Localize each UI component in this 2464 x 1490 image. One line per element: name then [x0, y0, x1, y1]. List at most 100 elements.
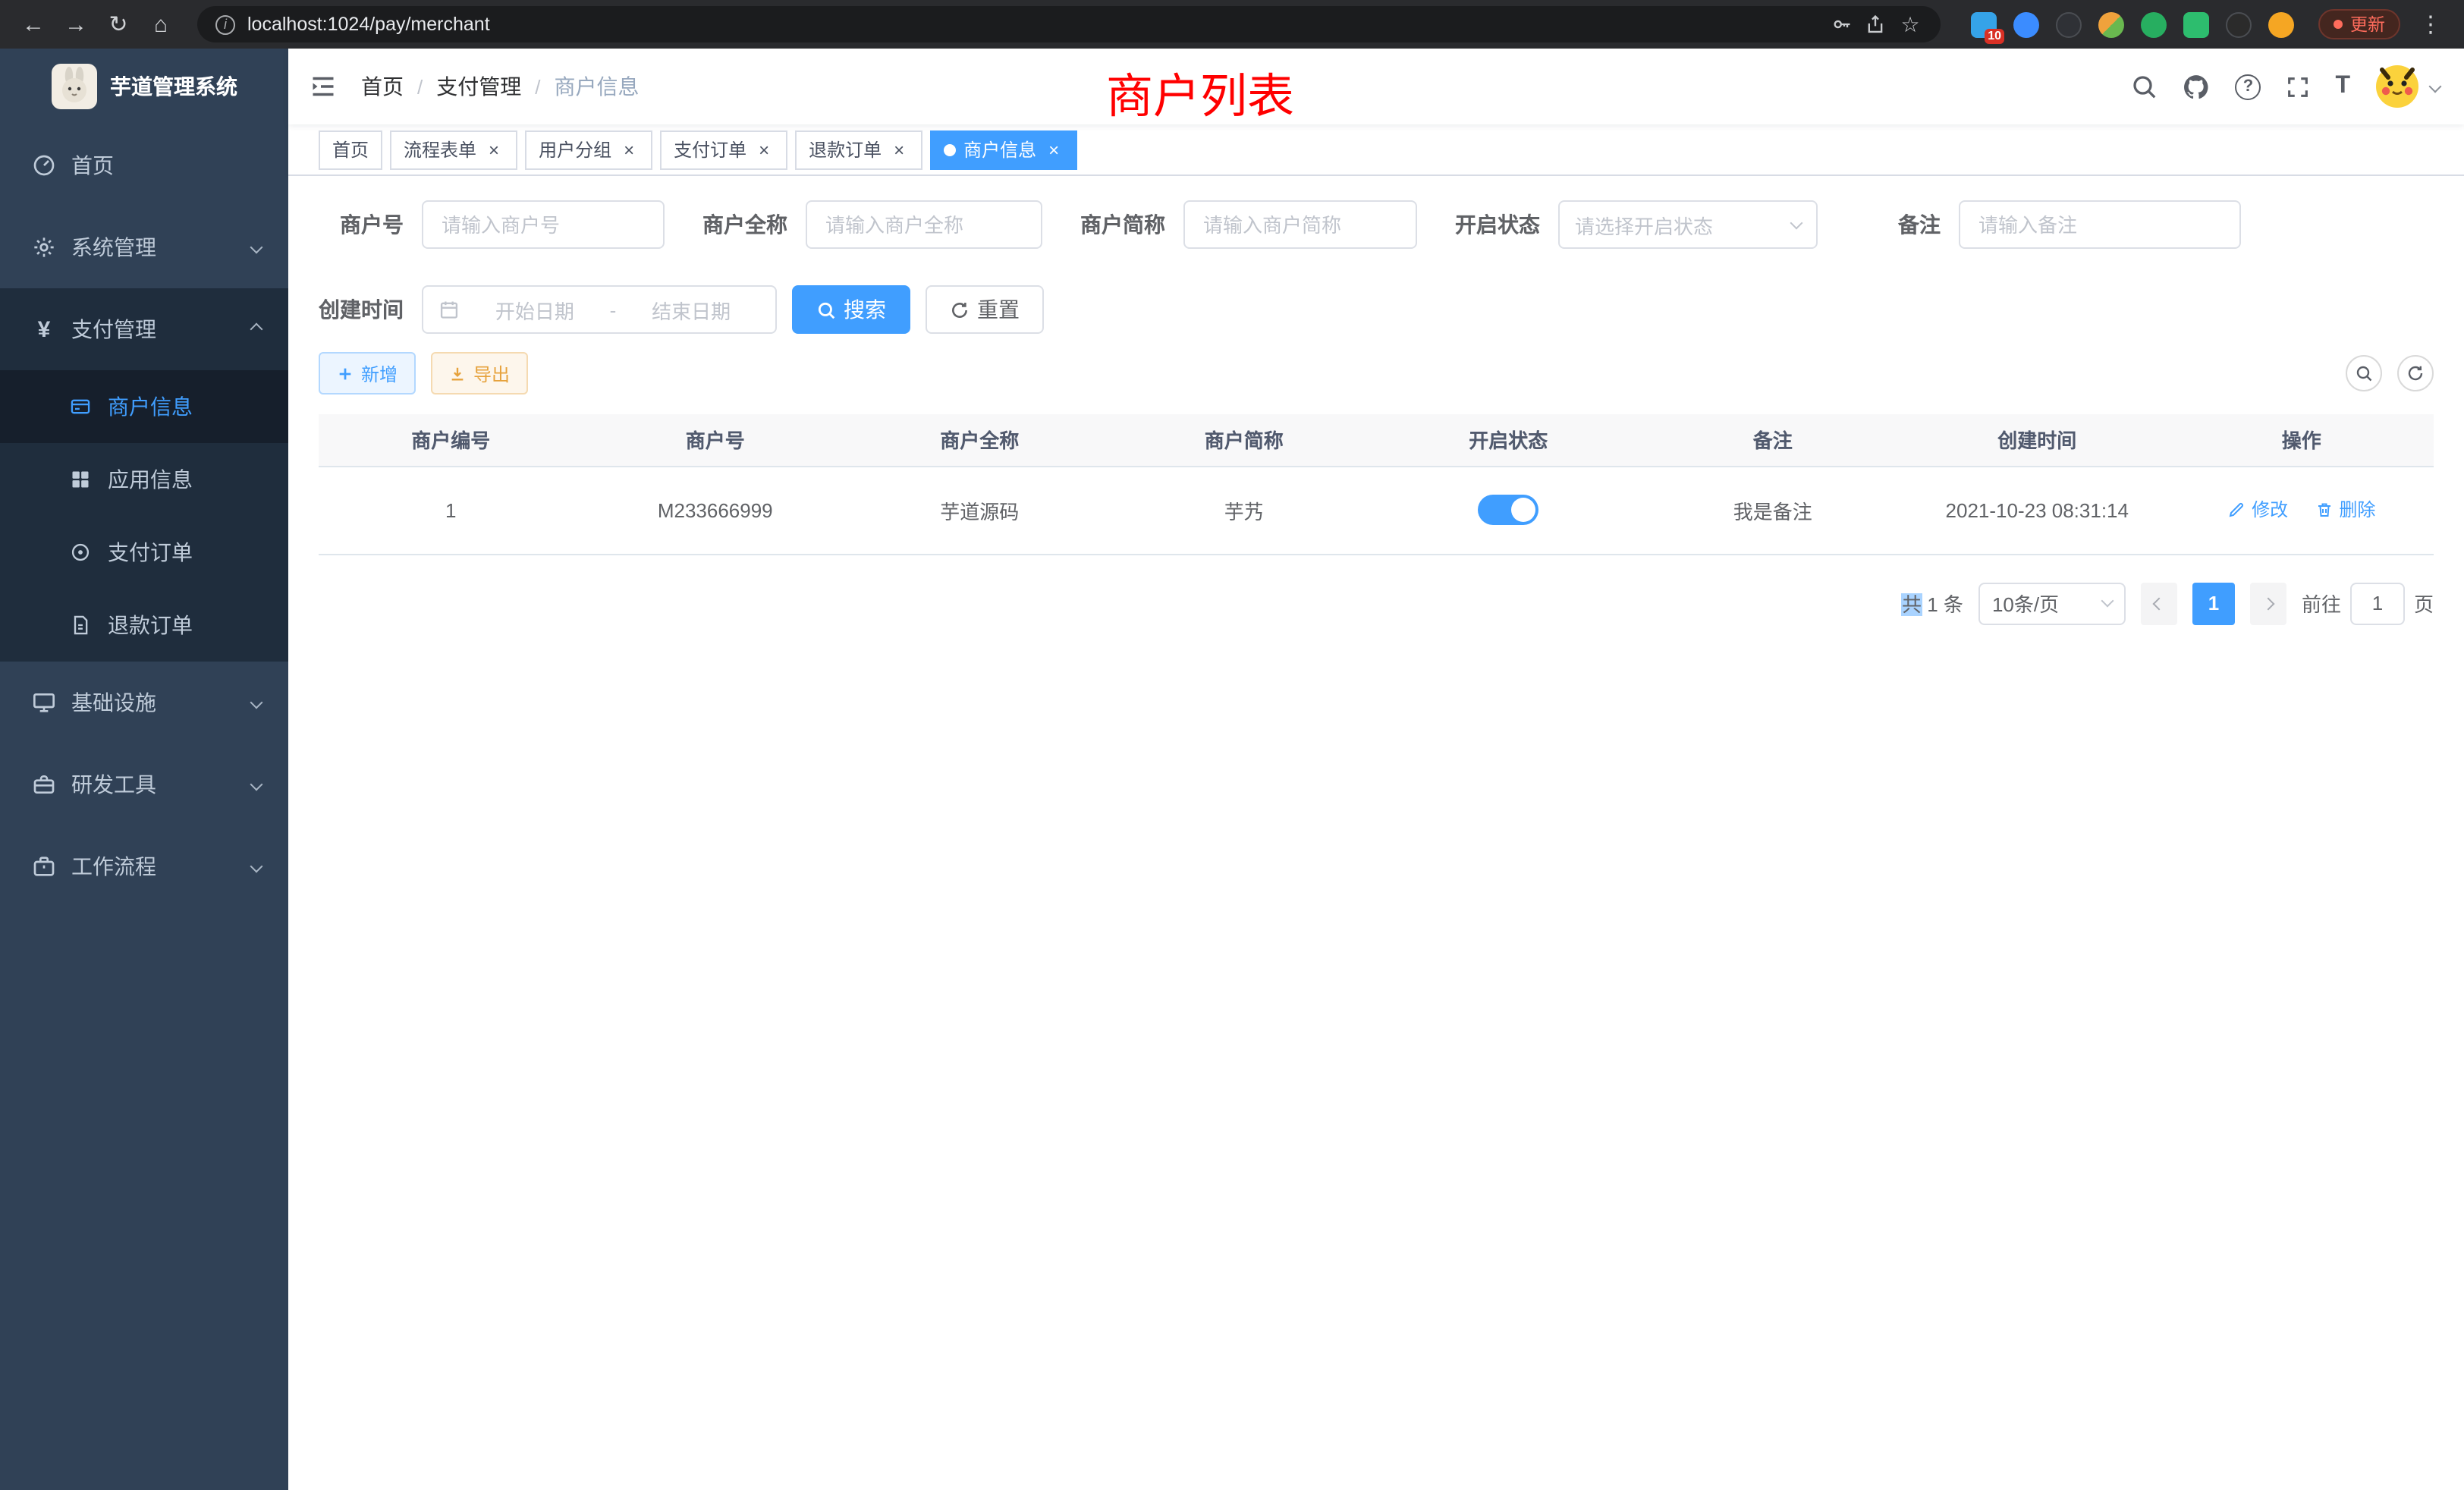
- search-button[interactable]: 搜索: [792, 285, 910, 334]
- sidebar-item-system[interactable]: 系统管理: [0, 206, 288, 288]
- bookmark-star-icon[interactable]: ☆: [1898, 6, 1922, 42]
- sidebar-item-workflow[interactable]: 工作流程: [0, 825, 288, 907]
- date-start-placeholder[interactable]: 开始日期: [466, 295, 604, 324]
- main-area: 首页 / 支付管理 / 商户信息 商户列表 ?: [288, 49, 2464, 1490]
- date-range-picker[interactable]: 开始日期 - 结束日期: [422, 285, 777, 334]
- sidebar-item-refund-order[interactable]: 退款订单: [0, 589, 288, 662]
- page-content: 商户号 商户全称 商户简称 开启状态 请选择开启状态: [288, 176, 2464, 1490]
- close-icon[interactable]: ×: [889, 140, 909, 159]
- chevron-down-icon: [250, 696, 263, 709]
- table-toolbar: 新增 导出: [319, 352, 2434, 395]
- close-icon[interactable]: ×: [1044, 140, 1064, 159]
- full-name-input[interactable]: [806, 200, 1042, 249]
- sidebar-item-pay-order[interactable]: 支付订单: [0, 516, 288, 589]
- col-full-name: 商户全称: [847, 414, 1112, 466]
- page-unit-label: 页: [2414, 589, 2434, 618]
- date-end-placeholder[interactable]: 结束日期: [622, 295, 760, 324]
- breadcrumb-separator: /: [417, 75, 423, 98]
- sidebar-item-app-info[interactable]: 应用信息: [0, 443, 288, 516]
- sidebar-toggle-icon[interactable]: [310, 73, 337, 100]
- short-name-input[interactable]: [1183, 200, 1417, 249]
- col-merchant-no: 商户号: [583, 414, 848, 466]
- url-text[interactable]: localhost:1024/pay/merchant: [247, 14, 1819, 35]
- goto-page-input[interactable]: [2350, 582, 2405, 624]
- site-info-icon[interactable]: i: [215, 14, 235, 34]
- page-number-1[interactable]: 1: [2192, 582, 2235, 624]
- breadcrumb-payment[interactable]: 支付管理: [436, 71, 521, 102]
- forward-icon[interactable]: →: [58, 6, 94, 42]
- toggle-search-button[interactable]: [2346, 355, 2382, 391]
- next-page-button[interactable]: [2250, 582, 2286, 624]
- goto-label: 前往: [2302, 589, 2341, 618]
- page-size-select[interactable]: 10条/页: [1978, 582, 2126, 624]
- user-menu[interactable]: [2374, 64, 2440, 109]
- document-icon: [67, 615, 94, 636]
- tab-merchant-info[interactable]: 商户信息×: [930, 130, 1077, 169]
- edit-link[interactable]: 修改: [2227, 497, 2288, 523]
- browser-extensions: 10: [1971, 11, 2294, 37]
- search-icon: [816, 300, 836, 319]
- extension-icon[interactable]: [2141, 11, 2167, 37]
- close-icon[interactable]: ×: [619, 140, 639, 159]
- edit-pencil-icon: [2227, 501, 2246, 519]
- col-actions: 操作: [2170, 414, 2434, 466]
- close-icon[interactable]: ×: [484, 140, 504, 159]
- extension-icon[interactable]: [2056, 11, 2082, 37]
- extension-icon[interactable]: [2013, 11, 2039, 37]
- tab-refund-order[interactable]: 退款订单×: [795, 130, 922, 169]
- annotation-title: 商户列表: [1106, 58, 1294, 126]
- sidebar-item-payment[interactable]: ¥ 支付管理: [0, 288, 288, 370]
- export-button[interactable]: 导出: [431, 352, 528, 395]
- refresh-button[interactable]: [2397, 355, 2434, 391]
- chevron-down-icon: [1790, 216, 1803, 229]
- close-icon[interactable]: ×: [754, 140, 774, 159]
- key-icon[interactable]: [1831, 14, 1853, 35]
- reset-button[interactable]: 重置: [926, 285, 1044, 334]
- status-switch[interactable]: [1478, 495, 1538, 525]
- breadcrumb-current: 商户信息: [555, 71, 640, 102]
- chevron-up-icon: [250, 323, 263, 336]
- search-icon[interactable]: [2130, 73, 2158, 100]
- browser-menu-icon[interactable]: ⋮: [2412, 6, 2449, 42]
- user-avatar: [2374, 64, 2420, 109]
- pagination: 共 1 条 10条/页 1 前往 页: [319, 582, 2434, 624]
- help-icon[interactable]: ?: [2235, 74, 2261, 99]
- extension-icon[interactable]: 10: [1971, 11, 1997, 37]
- reload-icon[interactable]: ↻: [100, 6, 137, 42]
- tab-pay-order[interactable]: 支付订单×: [660, 130, 787, 169]
- remark-input[interactable]: [1959, 200, 2241, 249]
- col-remark: 备注: [1641, 414, 1906, 466]
- app-logo[interactable]: 芋道管理系统: [0, 49, 288, 124]
- back-icon[interactable]: ←: [15, 6, 52, 42]
- extension-icon[interactable]: [2098, 11, 2124, 37]
- sidebar-item-dev-tools[interactable]: 研发工具: [0, 743, 288, 825]
- extension-icon[interactable]: [2226, 11, 2252, 37]
- tab-user-group[interactable]: 用户分组×: [525, 130, 652, 169]
- share-icon[interactable]: [1865, 14, 1886, 35]
- home-icon[interactable]: ⌂: [143, 6, 179, 42]
- prev-page-button[interactable]: [2141, 582, 2177, 624]
- breadcrumb-home[interactable]: 首页: [361, 71, 404, 102]
- merchant-no-input[interactable]: [422, 200, 665, 249]
- address-bar[interactable]: i localhost:1024/pay/merchant ☆: [197, 6, 1941, 42]
- sidebar-item-infrastructure[interactable]: 基础设施: [0, 662, 288, 743]
- cell-merchant-id: 1: [319, 466, 583, 554]
- search-icon: [2355, 364, 2373, 382]
- fullscreen-icon[interactable]: [2285, 74, 2311, 99]
- browser-update-button[interactable]: 更新: [2318, 9, 2400, 39]
- font-size-icon[interactable]: T: [2335, 73, 2350, 100]
- tab-home[interactable]: 首页: [319, 130, 382, 169]
- plus-icon: [337, 365, 354, 382]
- extension-icon[interactable]: [2183, 11, 2209, 37]
- status-select[interactable]: 请选择开启状态: [1558, 200, 1818, 249]
- col-create-time: 创建时间: [1905, 414, 2170, 466]
- sidebar-item-merchant-info[interactable]: 商户信息: [0, 370, 288, 443]
- active-tab-dot: [944, 143, 956, 156]
- sidebar-item-home[interactable]: 首页: [0, 124, 288, 206]
- tab-process-form[interactable]: 流程表单×: [390, 130, 517, 169]
- github-icon[interactable]: [2182, 72, 2211, 101]
- profile-avatar-icon[interactable]: [2268, 11, 2294, 37]
- status-select-placeholder: 请选择开启状态: [1575, 210, 1783, 239]
- add-button[interactable]: 新增: [319, 352, 416, 395]
- delete-link[interactable]: 删除: [2315, 497, 2375, 523]
